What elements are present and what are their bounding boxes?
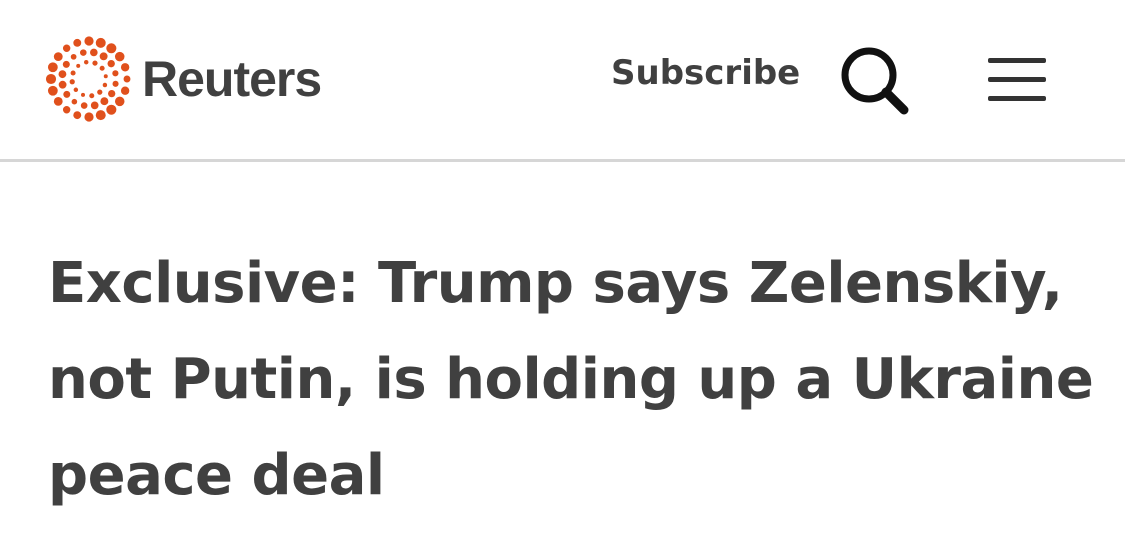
logo-dot xyxy=(84,60,89,65)
logo-dot xyxy=(73,111,82,120)
logo-dot xyxy=(106,104,117,115)
logo-dot xyxy=(73,87,79,93)
logo-dot xyxy=(100,97,109,106)
search-icon[interactable] xyxy=(838,44,912,118)
logo-dot xyxy=(112,80,119,87)
logo-dot xyxy=(63,90,71,98)
reuters-logo[interactable]: Reuters xyxy=(44,34,322,124)
logo-dot xyxy=(120,63,130,72)
logo-dot xyxy=(84,36,94,46)
logo-dot xyxy=(90,101,99,110)
hamburger-menu-icon[interactable] xyxy=(985,54,1049,106)
logo-dot xyxy=(53,52,63,62)
logo-dot xyxy=(70,53,77,60)
logo-dot xyxy=(92,60,98,66)
logo-dot xyxy=(95,37,106,48)
logo-dot xyxy=(81,92,86,97)
logo-dot xyxy=(70,70,76,76)
logo-dot xyxy=(53,96,63,106)
logo-dot xyxy=(114,96,125,107)
logo-dot xyxy=(62,60,70,68)
logo-dot xyxy=(89,93,95,99)
logo-dot xyxy=(106,43,117,54)
logo-dot xyxy=(99,65,105,71)
logo-dot xyxy=(62,44,71,52)
logo-dot xyxy=(69,79,75,85)
logo-dot xyxy=(58,80,67,89)
brand-name: Reuters xyxy=(142,51,322,107)
logo-dot xyxy=(95,110,106,121)
logo-dot xyxy=(84,112,94,122)
logo-dot xyxy=(62,106,71,114)
logo-dot xyxy=(80,102,88,109)
logo-dot xyxy=(114,51,125,62)
logo-dot xyxy=(90,48,98,57)
logo-dot xyxy=(108,89,116,98)
logo-dot xyxy=(97,89,103,95)
logo-dot xyxy=(47,85,58,96)
logo-dot xyxy=(58,70,67,79)
logo-dot xyxy=(112,70,119,77)
logo-dot xyxy=(73,38,82,47)
logo-dot xyxy=(120,86,130,95)
logo-dot xyxy=(99,52,108,61)
logo-dot xyxy=(123,75,131,83)
logo-dot xyxy=(80,49,87,56)
subscribe-link[interactable]: Subscribe xyxy=(611,56,800,90)
logo-dot xyxy=(107,59,115,68)
site-header: Reuters Subscribe xyxy=(0,0,1125,162)
article-headline[interactable]: Exclusive: Trump says Zelenskiy, not Put… xyxy=(48,236,1098,524)
reuters-logo-icon xyxy=(45,36,131,122)
logo-dot xyxy=(45,73,57,85)
logo-dot xyxy=(103,74,108,79)
logo-dot xyxy=(102,82,108,88)
logo-dot xyxy=(71,98,78,105)
logo-dot xyxy=(76,63,81,68)
logo-dot xyxy=(47,62,58,73)
